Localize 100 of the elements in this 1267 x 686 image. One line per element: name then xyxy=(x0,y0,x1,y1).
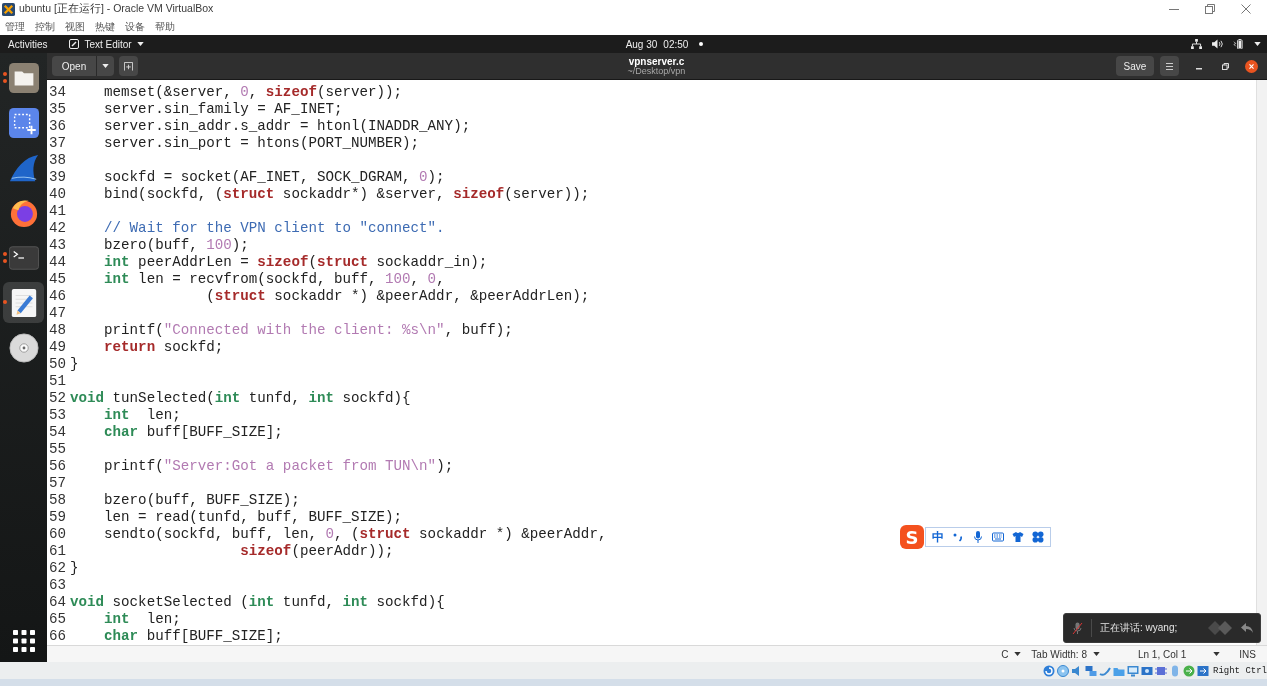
new-tab-button[interactable] xyxy=(119,56,138,76)
code-line: (struct sockaddr *) &peerAddr, &peerAddrLen); xyxy=(206,288,590,305)
line-number: 53 xyxy=(49,407,66,424)
notification-text: 正在讲话: wyang; xyxy=(1100,621,1178,635)
close-icon xyxy=(1244,59,1258,73)
app-menu[interactable]: Text Editor xyxy=(69,38,144,50)
caret-icon xyxy=(1213,652,1221,656)
line-number: 35 xyxy=(49,101,66,118)
window-title: ubuntu [正在运行] - Oracle VM VirtualBox xyxy=(19,2,214,16)
line-number: 47 xyxy=(49,305,66,322)
line-number: 63 xyxy=(49,577,66,594)
code-line: int len = recvfrom(sockfd, buff, 100, 0, xyxy=(104,271,445,288)
menu-item[interactable]: 视图 xyxy=(65,19,85,34)
battery-icon[interactable] xyxy=(1233,39,1244,49)
menu-button[interactable] xyxy=(1160,56,1179,76)
line-number: 60 xyxy=(49,526,66,543)
arrow-circle-icon[interactable] xyxy=(1183,664,1195,677)
capture-icon[interactable] xyxy=(1141,664,1153,677)
line-number: 37 xyxy=(49,135,66,152)
line-number: 39 xyxy=(49,169,66,186)
language-dropdown[interactable]: C xyxy=(1001,648,1022,660)
scrollbar[interactable] xyxy=(1256,80,1267,645)
new-tab-icon xyxy=(124,61,133,71)
shirt-icon[interactable] xyxy=(1012,531,1024,543)
system-menu-button[interactable] xyxy=(1254,42,1261,46)
code-line: memset(&server, 0, sizeof(server)); xyxy=(104,84,403,101)
code-line: char buff[BUFF_SIZE]; xyxy=(104,628,283,645)
line-number: 51 xyxy=(49,373,66,390)
code-line: } xyxy=(70,356,79,373)
display-icon[interactable] xyxy=(1127,664,1139,677)
code-line: sendto(sockfd, buff, len, 0, (struct sockaddr *) &peerAddr, xyxy=(104,526,607,543)
maximize-icon xyxy=(1221,62,1229,70)
cursor-position-dropdown[interactable]: Ln 1, Col 1 xyxy=(1137,648,1221,660)
code-line: server.sin_addr.s_addr = htonl(INADDR_ANY); xyxy=(104,118,471,135)
chip-icon[interactable] xyxy=(1155,664,1167,677)
open-button[interactable]: Open xyxy=(52,56,96,76)
network-icon[interactable] xyxy=(1191,39,1202,49)
host-key-text: Right Ctrl xyxy=(1213,665,1267,676)
keyboard-icon[interactable] xyxy=(992,531,1004,543)
selection-rect-icon xyxy=(8,107,39,138)
line-number: 55 xyxy=(49,441,66,458)
code-line: bzero(buff, 100); xyxy=(104,237,249,254)
file-name: vpnserver.c xyxy=(628,55,685,67)
menu-item[interactable]: 热键 xyxy=(95,19,115,34)
dock-item[interactable] xyxy=(3,282,44,323)
date-text[interactable]: Aug 30 xyxy=(625,38,658,50)
reply-arrow-icon[interactable] xyxy=(1240,622,1254,634)
code-line: int len; xyxy=(104,407,181,424)
line-number: 52 xyxy=(49,390,66,407)
menu-item[interactable]: 帮助 xyxy=(155,19,175,34)
code-line: char buff[BUFF_SIZE]; xyxy=(104,424,283,441)
line-number: 49 xyxy=(49,339,66,356)
minimize-icon xyxy=(1169,8,1179,10)
app-grid-icon[interactable] xyxy=(12,630,35,652)
shark-fin-icon xyxy=(8,152,39,183)
line-number: 40 xyxy=(49,186,66,203)
line-number: 57 xyxy=(49,475,66,492)
line-number: 42 xyxy=(49,220,66,237)
tab-width-dropdown[interactable]: Tab Width: 8 xyxy=(1031,648,1100,660)
muted-mic-icon xyxy=(1072,621,1083,635)
activities-button[interactable]: Activities xyxy=(8,38,48,50)
line-number: 62 xyxy=(49,560,66,577)
close-icon xyxy=(1241,4,1251,14)
disc-icon xyxy=(8,332,39,363)
clock-text[interactable]: 02:50 xyxy=(663,38,689,50)
menu-item[interactable]: 管理 xyxy=(5,19,25,34)
microphone-icon[interactable] xyxy=(972,531,984,543)
code-line: printf("Server:Got a packet from TUN\n"); xyxy=(104,458,454,475)
line-number: 34 xyxy=(49,84,66,101)
code-line: bzero(buff, BUFF_SIZE); xyxy=(104,492,300,509)
line-number: 65 xyxy=(49,611,66,628)
menu-item[interactable]: 设备 xyxy=(125,19,145,34)
code-line: return sockfd; xyxy=(104,339,224,356)
punctuation-icon[interactable] xyxy=(952,531,964,543)
line-number: 46 xyxy=(49,288,66,305)
menu-icon xyxy=(1166,62,1173,70)
code-line: server.sin_family = AF_INET; xyxy=(104,101,343,118)
line-number: 50 xyxy=(49,356,66,373)
disc-icon[interactable] xyxy=(1057,664,1069,677)
line-number: 61 xyxy=(49,543,66,560)
code-line: len = read(tunfd, buff, BUFF_SIZE); xyxy=(104,509,403,526)
menu-item[interactable]: 控制 xyxy=(35,19,55,34)
line-number: 38 xyxy=(49,152,66,169)
pencil-note-icon xyxy=(69,39,80,49)
line-number: 56 xyxy=(49,458,66,475)
open-menu-button[interactable] xyxy=(96,56,114,76)
line-number: 44 xyxy=(49,254,66,271)
diamond-logo-icon xyxy=(1208,620,1232,636)
volume-icon[interactable] xyxy=(1212,39,1223,49)
caret-icon xyxy=(1092,652,1100,656)
line-number: 36 xyxy=(49,118,66,135)
code-line: void socketSelected (int tunfd, int sockfd){ xyxy=(70,594,445,611)
code-line: void tunSelected(int tunfd, int sockfd){ xyxy=(70,390,411,407)
input-mode-button[interactable]: 中 xyxy=(932,528,944,546)
line-number: 64 xyxy=(49,594,66,611)
keyboard-arrow-icon[interactable] xyxy=(1197,664,1209,677)
line-number: 59 xyxy=(49,509,66,526)
clover-icon[interactable] xyxy=(1032,531,1044,543)
swirl-disc-icon[interactable] xyxy=(1043,664,1055,677)
save-button[interactable]: Save xyxy=(1116,56,1154,76)
